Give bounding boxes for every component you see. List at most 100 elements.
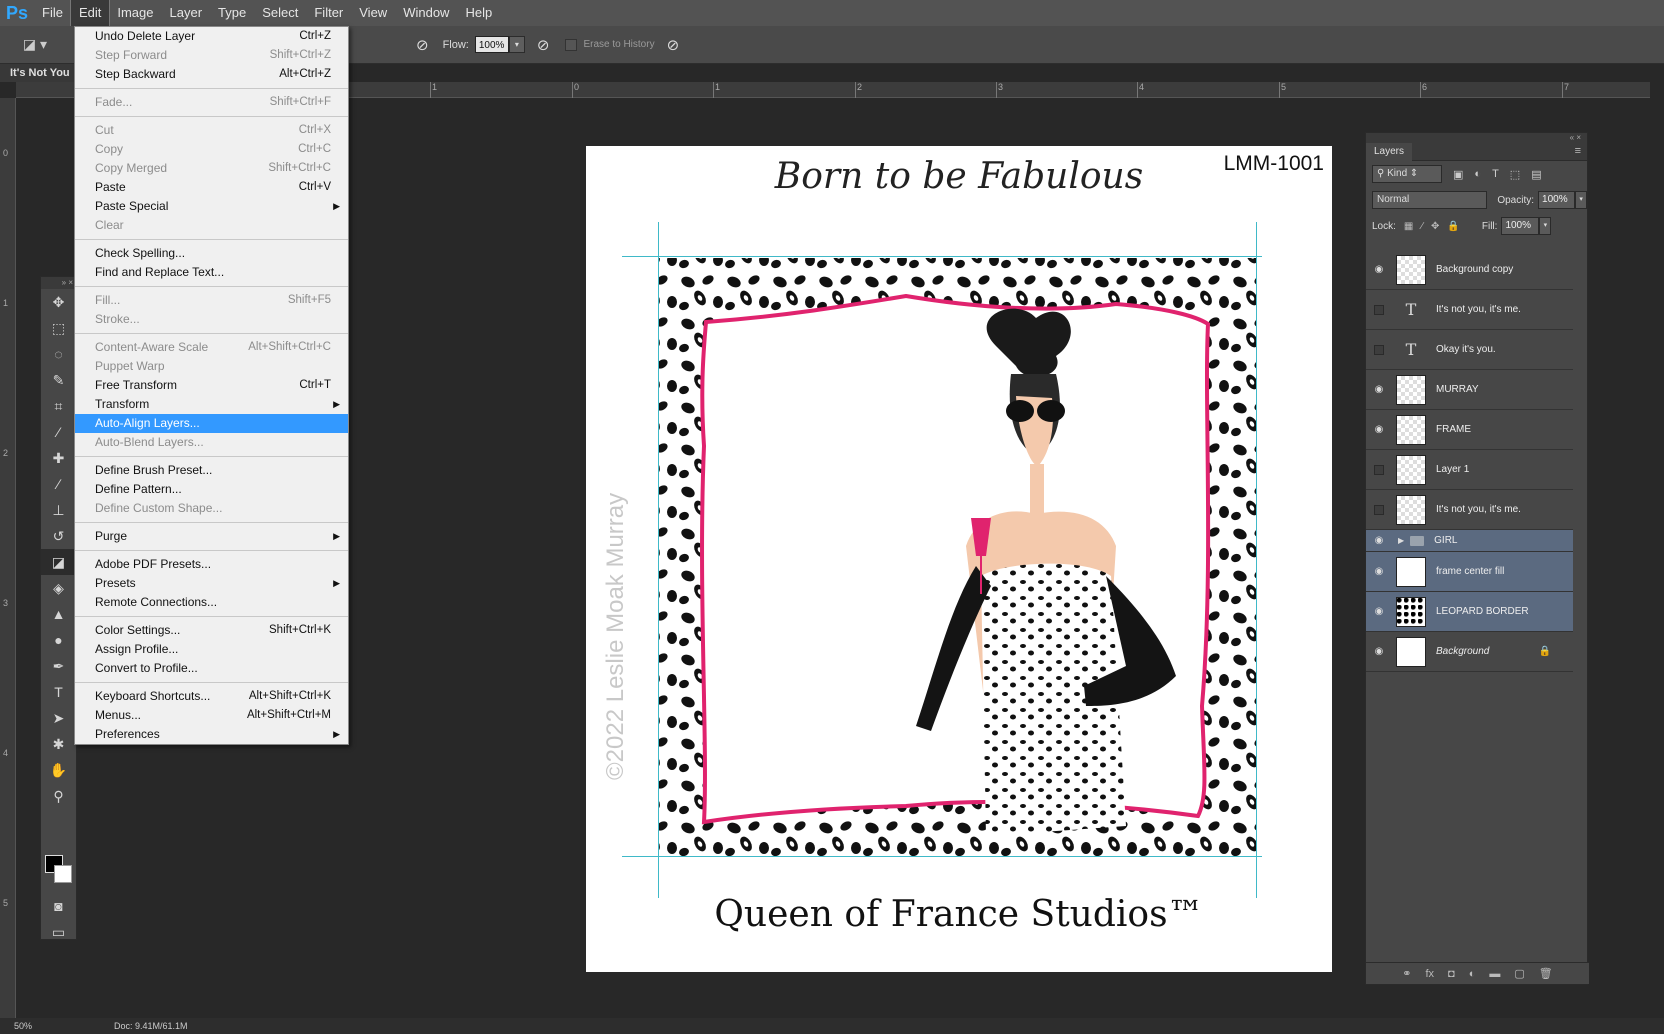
menu-item-purge[interactable]: Purge ▶ bbox=[75, 527, 348, 546]
flow-dropdown[interactable]: ▾ bbox=[508, 36, 525, 53]
lock-all-icon[interactable]: 🔒 bbox=[1447, 221, 1459, 232]
visibility-eye-icon[interactable]: ◉ bbox=[1366, 264, 1392, 275]
menu-help[interactable]: Help bbox=[457, 0, 500, 26]
menu-item-remote-connections[interactable]: Remote Connections... bbox=[75, 593, 348, 612]
menu-item-convert-to-profile[interactable]: Convert to Profile... bbox=[75, 659, 348, 678]
visibility-toggle[interactable] bbox=[1374, 344, 1384, 355]
blur-tool-icon[interactable]: ▲ bbox=[41, 601, 76, 627]
pressure-size-icon[interactable]: ⊘ bbox=[667, 36, 680, 54]
menu-item-paste[interactable]: Paste Ctrl+V bbox=[75, 178, 348, 197]
layer-row[interactable]: It's not you, it's me. bbox=[1366, 490, 1573, 530]
document-canvas[interactable]: LMM-1001 Born to be Fabulous ©2022 Lesli… bbox=[586, 146, 1332, 972]
guide-line-bottom[interactable] bbox=[622, 856, 1262, 857]
menu-item-color-settings[interactable]: Color Settings... Shift+Ctrl+K bbox=[75, 621, 348, 640]
layer-row[interactable]: ◉ Background 🔒 bbox=[1366, 632, 1573, 672]
layer-row[interactable]: ◉ ▶ GIRL bbox=[1366, 530, 1573, 552]
type-filter-icon[interactable]: T bbox=[1492, 168, 1499, 180]
trash-icon[interactable]: 🗑 bbox=[1539, 967, 1553, 980]
quick-mask-icon[interactable]: ◙ bbox=[41, 893, 76, 919]
brush-tool-icon[interactable]: ∕ bbox=[41, 471, 76, 497]
visibility-toggle[interactable] bbox=[1374, 464, 1384, 475]
menu-image[interactable]: Image bbox=[109, 0, 161, 26]
opacity-field[interactable]: 100% bbox=[1538, 191, 1576, 209]
menu-edit[interactable]: Edit bbox=[69, 0, 111, 27]
paint-bucket-tool-icon[interactable]: ◈ bbox=[41, 575, 76, 601]
menu-window[interactable]: Window bbox=[395, 0, 457, 26]
eyedropper-tool-icon[interactable]: ⁄ bbox=[41, 419, 76, 445]
lock-transparency-icon[interactable]: ▦ bbox=[1404, 221, 1413, 232]
eraser-tool-icon[interactable]: ◪ bbox=[41, 549, 76, 575]
menu-item-define-brush-preset[interactable]: Define Brush Preset... bbox=[75, 461, 348, 480]
visibility-eye-icon[interactable]: ◉ bbox=[1366, 606, 1392, 617]
layer-row[interactable]: ◉ frame center fill bbox=[1366, 552, 1573, 592]
new-group-icon[interactable]: ▬ bbox=[1489, 968, 1500, 980]
hand-tool-icon[interactable]: ✋ bbox=[41, 757, 76, 783]
healing-brush-tool-icon[interactable]: ✚ bbox=[41, 445, 76, 471]
menu-layer[interactable]: Layer bbox=[162, 0, 211, 26]
flow-value-field[interactable]: 100% bbox=[474, 36, 509, 53]
marquee-tool-icon[interactable]: ⬚ bbox=[41, 315, 76, 341]
layer-row[interactable]: ◉ Background copy bbox=[1366, 250, 1573, 290]
add-mask-icon[interactable]: ◘ bbox=[1448, 968, 1455, 980]
menu-item-paste-special[interactable]: Paste Special ▶ bbox=[75, 197, 348, 216]
zoom-tool-icon[interactable]: ⚲ bbox=[41, 783, 76, 809]
fill-field[interactable]: 100% bbox=[1501, 217, 1540, 235]
move-tool-icon[interactable]: ✥ bbox=[41, 289, 76, 315]
smart-object-filter-icon[interactable]: ▤ bbox=[1531, 168, 1541, 181]
pen-tool-icon[interactable]: ✒ bbox=[41, 653, 76, 679]
menu-item-adobe-pdf-presets[interactable]: Adobe PDF Presets... bbox=[75, 555, 348, 574]
background-color-swatch[interactable] bbox=[54, 865, 72, 883]
menu-item-undo-delete-layer[interactable]: Undo Delete Layer Ctrl+Z bbox=[75, 27, 348, 46]
guide-line-top[interactable] bbox=[622, 256, 1262, 257]
menu-item-find-and-replace-text[interactable]: Find and Replace Text... bbox=[75, 263, 348, 282]
history-brush-tool-icon[interactable]: ↺ bbox=[41, 523, 76, 549]
visibility-eye-icon[interactable]: ◉ bbox=[1366, 384, 1392, 395]
visibility-eye-icon[interactable]: ◉ bbox=[1366, 424, 1392, 435]
layer-row[interactable]: T Okay it's you. bbox=[1366, 330, 1573, 370]
adjustment-filter-icon[interactable]: ◐ bbox=[1474, 168, 1481, 180]
layer-row[interactable]: T It's not you, it's me. bbox=[1366, 290, 1573, 330]
custom-shape-tool-icon[interactable]: ✱ bbox=[41, 731, 76, 757]
layer-filter-kind[interactable]: ⚲ Kind ⇕ bbox=[1372, 165, 1442, 183]
quick-select-tool-icon[interactable]: ✎ bbox=[41, 367, 76, 393]
airbrush-icon[interactable]: ⊘ bbox=[537, 36, 550, 54]
blend-mode-select[interactable]: Normal bbox=[1372, 191, 1488, 209]
lock-position-icon[interactable]: ✥ bbox=[1431, 221, 1439, 232]
shape-filter-icon[interactable]: ⬚ bbox=[1510, 168, 1520, 181]
menu-type[interactable]: Type bbox=[210, 0, 254, 26]
guide-line-right[interactable] bbox=[1256, 222, 1257, 898]
link-layers-icon[interactable]: ⚭ bbox=[1402, 967, 1411, 980]
document-size[interactable]: Doc: 9.41M/61.1M bbox=[114, 1021, 188, 1031]
pixel-filter-icon[interactable]: ▣ bbox=[1453, 168, 1463, 181]
clone-stamp-tool-icon[interactable]: ⊥ bbox=[41, 497, 76, 523]
menu-filter[interactable]: Filter bbox=[306, 0, 351, 26]
layers-panel-header[interactable]: « × bbox=[1366, 133, 1587, 143]
tool-preset-picker[interactable]: ◪ ▾ bbox=[14, 32, 56, 58]
path-select-tool-icon[interactable]: ➤ bbox=[41, 705, 76, 731]
layer-row[interactable]: ◉ LEOPARD BORDER bbox=[1366, 592, 1573, 632]
screen-mode-icon[interactable]: ▭ bbox=[41, 919, 76, 945]
visibility-eye-icon[interactable]: ◉ bbox=[1366, 535, 1392, 546]
layer-style-icon[interactable]: fx bbox=[1425, 968, 1434, 980]
document-tab[interactable]: It's Not You bbox=[0, 64, 74, 82]
layer-row[interactable]: Layer 1 bbox=[1366, 450, 1573, 490]
visibility-eye-icon[interactable]: ◉ bbox=[1366, 646, 1392, 657]
airbrush-pressure-icon[interactable]: ⊘ bbox=[416, 36, 429, 54]
zoom-level[interactable]: 50% bbox=[14, 1021, 54, 1031]
layer-row[interactable]: ◉ MURRAY bbox=[1366, 370, 1573, 410]
menu-item-check-spelling[interactable]: Check Spelling... bbox=[75, 244, 348, 263]
layer-row[interactable]: ◉ FRAME bbox=[1366, 410, 1573, 450]
panel-menu-icon[interactable]: ≡ bbox=[1575, 145, 1581, 157]
erase-to-history-checkbox[interactable] bbox=[565, 38, 578, 51]
expand-group-icon[interactable]: ▶ bbox=[1398, 536, 1404, 545]
menu-item-assign-profile[interactable]: Assign Profile... bbox=[75, 640, 348, 659]
menu-item-step-backward[interactable]: Step Backward Alt+Ctrl+Z bbox=[75, 65, 348, 84]
menu-item-preferences[interactable]: Preferences ▶ bbox=[75, 725, 348, 744]
menu-file[interactable]: File bbox=[34, 0, 71, 26]
menu-item-auto-align-layers[interactable]: Auto-Align Layers... bbox=[75, 414, 348, 433]
fill-dropdown[interactable]: ▾ bbox=[1539, 217, 1552, 235]
menu-select[interactable]: Select bbox=[254, 0, 306, 26]
menu-view[interactable]: View bbox=[351, 0, 395, 26]
menu-item-transform[interactable]: Transform ▶ bbox=[75, 395, 348, 414]
menu-item-menus[interactable]: Menus... Alt+Shift+Ctrl+M bbox=[75, 706, 348, 725]
